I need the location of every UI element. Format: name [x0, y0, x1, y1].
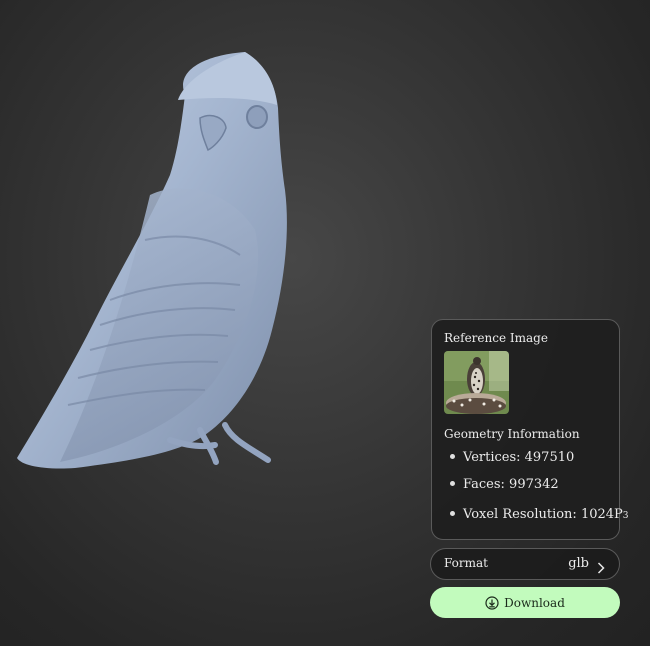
- faces-item: Faces: 997342: [450, 477, 559, 492]
- vertices-item: Vertices: 497510: [450, 450, 574, 465]
- chevron-right-icon: [597, 559, 605, 578]
- voxel-resolution-exponent: 3: [622, 511, 629, 521]
- bird-3d-model: [17, 52, 287, 469]
- reference-image: [444, 351, 509, 414]
- voxel-resolution-item: Voxel Resolution: 1024P 3: [450, 507, 629, 522]
- faces-text: Faces: 997342: [463, 477, 559, 492]
- download-button[interactable]: Download: [430, 587, 620, 618]
- format-label: Format: [444, 556, 488, 570]
- reference-image-thumbnail[interactable]: [444, 351, 509, 414]
- download-label: Download: [504, 595, 565, 610]
- reference-image-title: Reference Image: [444, 331, 548, 345]
- bullet-icon: [450, 481, 455, 486]
- bullet-icon: [450, 511, 455, 516]
- geometry-information-title: Geometry Information: [444, 427, 580, 441]
- format-value: glb: [568, 556, 589, 571]
- format-selector[interactable]: Format glb: [430, 548, 620, 580]
- voxel-resolution-text: Voxel Resolution: 1024P: [463, 507, 623, 522]
- info-panel: Reference Image Geometry Information Ver…: [431, 319, 629, 540]
- vertices-text: Vertices: 497510: [463, 450, 575, 465]
- bullet-icon: [450, 454, 455, 459]
- download-icon: [485, 595, 499, 610]
